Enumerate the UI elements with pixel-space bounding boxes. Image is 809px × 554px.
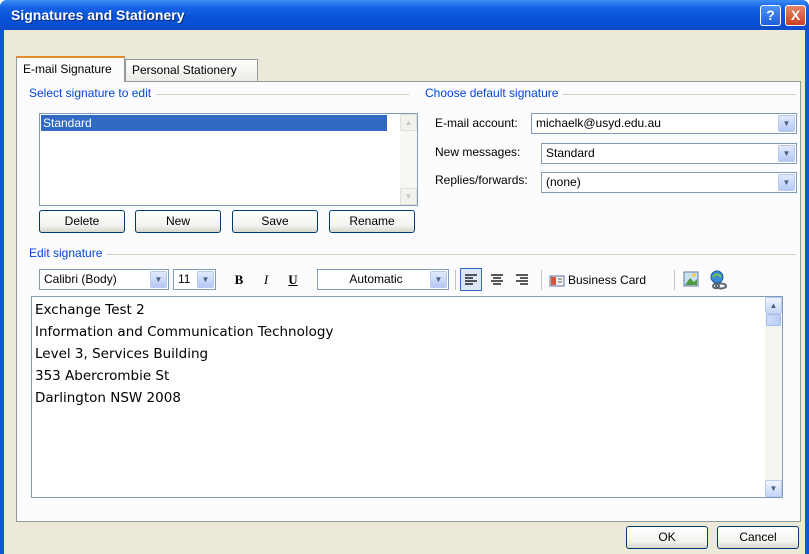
font-size-value: 11	[178, 272, 191, 286]
email-account-label: E-mail account:	[435, 116, 518, 130]
tab-email-signature[interactable]: E-mail Signature	[16, 56, 125, 82]
close-icon: X	[790, 7, 801, 23]
select-signature-label: Select signature to edit	[29, 86, 157, 100]
align-center-icon	[491, 274, 503, 285]
delete-button[interactable]: Delete	[39, 210, 125, 233]
align-center-button[interactable]	[487, 269, 507, 290]
toolbar-separator	[674, 270, 675, 290]
window-title: Signatures and Stationery	[11, 7, 185, 23]
chevron-down-icon[interactable]: ▼	[778, 115, 795, 132]
font-value: Calibri (Body)	[44, 272, 117, 286]
email-account-value: michaelk@usyd.edu.au	[536, 116, 661, 130]
font-select[interactable]: Calibri (Body) ▼	[39, 269, 169, 290]
email-account-select[interactable]: michaelk@usyd.edu.au ▼	[531, 113, 797, 134]
signature-text[interactable]: Exchange Test 2 Information and Communic…	[35, 299, 333, 409]
font-size-select[interactable]: 11 ▼	[173, 269, 216, 290]
font-color-value: Automatic	[349, 272, 403, 286]
new-messages-label: New messages:	[435, 145, 521, 159]
business-card-button[interactable]: Business Card	[549, 269, 669, 291]
ok-button[interactable]: OK	[626, 526, 708, 549]
business-card-icon	[549, 275, 565, 287]
business-card-label: Business Card	[568, 273, 647, 287]
signature-line: Exchange Test 2	[35, 302, 145, 318]
dialog-window: Signatures and Stationery ? X E-mail Sig…	[0, 0, 809, 554]
insert-picture-button[interactable]	[682, 270, 702, 290]
replies-forwards-value: (none)	[546, 175, 581, 189]
signature-listbox[interactable]: Standard ▲ ▼	[39, 113, 418, 206]
rename-button[interactable]: Rename	[329, 210, 415, 233]
new-messages-value: Standard	[546, 146, 595, 160]
listbox-scrollbar: ▲ ▼	[400, 114, 417, 205]
group-divider	[29, 254, 796, 255]
save-button[interactable]: Save	[232, 210, 318, 233]
align-right-button[interactable]	[512, 269, 532, 290]
replies-forwards-select[interactable]: (none) ▼	[541, 172, 797, 193]
tab-personal-stationery[interactable]: Personal Stationery	[125, 59, 258, 81]
insert-picture-icon	[683, 271, 699, 287]
italic-button[interactable]: I	[257, 269, 275, 291]
default-signature-label: Choose default signature	[425, 86, 564, 100]
replies-forwards-label: Replies/forwards:	[435, 173, 528, 187]
tab-label: E-mail Signature	[23, 62, 112, 76]
align-right-icon	[516, 274, 528, 285]
formatting-toolbar: Calibri (Body) ▼ 11 ▼ B I U Automatic ▼	[31, 268, 771, 292]
font-color-select[interactable]: Automatic ▼	[317, 269, 449, 290]
signature-line: 353 Abercrombie St	[35, 368, 170, 384]
signature-editor[interactable]: Exchange Test 2 Information and Communic…	[31, 296, 783, 498]
insert-hyperlink-button[interactable]	[708, 269, 730, 291]
underline-button[interactable]: U	[284, 269, 302, 291]
cancel-button[interactable]: Cancel	[717, 526, 799, 549]
scroll-down-icon: ▼	[400, 188, 417, 205]
scroll-up-icon[interactable]: ▲	[765, 297, 782, 314]
new-messages-select[interactable]: Standard ▼	[541, 143, 797, 164]
signature-line: Information and Communication Technology	[35, 324, 334, 340]
bold-button[interactable]: B	[230, 269, 248, 291]
help-button[interactable]: ?	[760, 5, 781, 26]
chevron-down-icon[interactable]: ▼	[197, 271, 214, 288]
toolbar-separator	[541, 270, 542, 290]
chevron-down-icon[interactable]: ▼	[778, 174, 795, 191]
insert-hyperlink-icon	[710, 270, 727, 290]
scroll-down-icon[interactable]: ▼	[765, 480, 782, 497]
scroll-thumb[interactable]	[766, 314, 781, 326]
help-icon: ?	[766, 7, 775, 23]
signature-line: Level 3, Services Building	[35, 346, 209, 362]
tab-label: Personal Stationery	[132, 63, 237, 77]
editor-scrollbar[interactable]: ▲ ▼	[765, 297, 782, 497]
chevron-down-icon[interactable]: ▼	[150, 271, 167, 288]
chevron-down-icon[interactable]: ▼	[778, 145, 795, 162]
new-button[interactable]: New	[135, 210, 221, 233]
align-left-icon	[465, 274, 477, 285]
edit-signature-label: Edit signature	[29, 246, 108, 260]
align-left-button[interactable]	[460, 268, 482, 291]
signature-line: Darlington NSW 2008	[35, 390, 181, 406]
title-bar: Signatures and Stationery ? X	[0, 0, 809, 30]
scroll-up-icon: ▲	[400, 114, 417, 131]
chevron-down-icon[interactable]: ▼	[430, 271, 447, 288]
toolbar-separator	[455, 270, 456, 290]
list-item[interactable]: Standard	[41, 115, 387, 131]
dialog-client: E-mail Signature Personal Stationery Sel…	[4, 30, 805, 554]
close-button[interactable]: X	[785, 5, 806, 26]
